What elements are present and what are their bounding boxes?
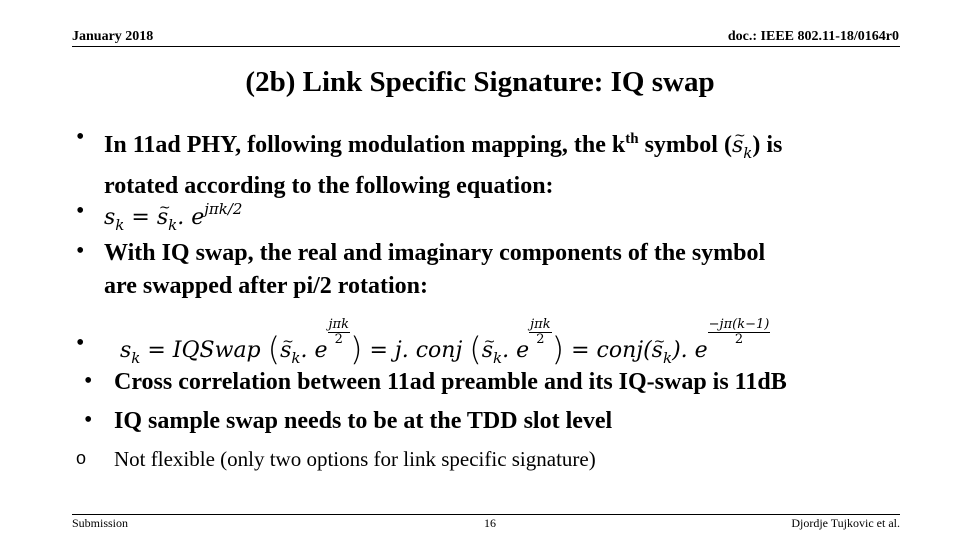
header-divider	[72, 46, 900, 47]
frac-num: jπk	[529, 317, 552, 333]
paren-open: (	[469, 330, 482, 368]
eq-conj: = j. conj	[369, 338, 463, 363]
bullet-3-line2: are swapped after pi/2 rotation:	[104, 273, 428, 299]
footer-submission: Submission	[72, 516, 129, 530]
frac-den: 2	[536, 332, 545, 347]
bullet-icon: •	[76, 124, 85, 150]
frac-num: jπk	[327, 317, 350, 333]
eq-exp-base: . e	[502, 338, 530, 363]
frac-den: 2	[334, 332, 343, 347]
footer-divider	[72, 514, 900, 515]
eq-s-tilde: s	[157, 192, 171, 234]
eq-lhs: s	[104, 205, 116, 230]
eq-exp-base: . e	[300, 338, 328, 363]
eq-lhs: s	[120, 338, 132, 363]
fraction-exponent-2: jπk 2	[529, 317, 552, 347]
bullet-icon: •	[84, 407, 93, 433]
fraction-exponent-1: jπk 2	[327, 317, 350, 347]
footer-author: Djordje Tujkovic et al.	[791, 516, 900, 530]
header-date: January 2018	[72, 29, 154, 44]
bullet-icon: •	[76, 238, 85, 264]
eq-exp-base: ). e	[672, 338, 708, 363]
bullet-6-text: IQ sample swap needs to be at the TDD sl…	[114, 408, 613, 434]
equation-rotation: sk = sk. ejπk/2	[104, 192, 243, 242]
eq-equals: =	[124, 205, 157, 230]
symbol-s-tilde: s	[732, 120, 746, 162]
bullet-icon: •	[84, 368, 93, 394]
fraction-exponent-3: −jπ(k−1) 2	[707, 317, 771, 347]
bullet-1-line1-part: ) is	[752, 132, 783, 158]
paren-close: )	[551, 330, 565, 368]
bullet-5-text: Cross correlation between 11ad preamble …	[114, 369, 787, 395]
eq-conj-open: = conj(	[571, 338, 652, 363]
frac-num: −jπ(k−1)	[707, 317, 771, 333]
bullet-3-text: With IQ swap, the real and imaginary com…	[104, 237, 765, 303]
bullet-1-line1-part: In 11ad PHY, following modulation mappin…	[104, 132, 626, 158]
header-doc-id: doc.: IEEE 802.11-18/0164r0	[727, 29, 899, 44]
bullet-icon: •	[76, 198, 85, 224]
eq-exp-base: . e	[177, 205, 205, 230]
eq-iqswap: = IQSwap	[140, 338, 261, 363]
sub-bullet-icon: o	[76, 448, 87, 468]
paren-close: )	[349, 330, 363, 368]
slide-title: (2b) Link Specific Signature: IQ swap	[245, 66, 715, 98]
paren-open: (	[267, 330, 281, 368]
bullet-3-line1: With IQ swap, the real and imaginary com…	[104, 240, 766, 266]
eq-exponent: jπk/2	[204, 200, 243, 218]
superscript-th: th	[625, 131, 639, 147]
bullet-1-line1-part: symbol (	[638, 132, 732, 158]
bullet-1-text: In 11ad PHY, following modulation mappin…	[104, 120, 783, 203]
bullet-icon: •	[76, 330, 85, 356]
footer-page-number: 16	[484, 516, 496, 530]
sub-bullet-text: Not flexible (only two options for link …	[114, 447, 596, 471]
frac-den: 2	[734, 332, 744, 347]
